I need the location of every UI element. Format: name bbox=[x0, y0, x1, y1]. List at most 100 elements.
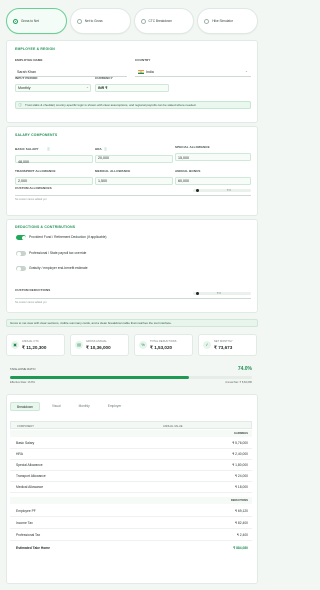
annual-bonus-label: ANNUAL BONUS bbox=[175, 169, 201, 173]
custom-allowances-slider[interactable] bbox=[193, 189, 251, 192]
annual-ctc-card: ▣ ANNUAL CTC ₹ 11,20,300 bbox=[6, 334, 65, 356]
chevron-down-icon[interactable]: ⌄ bbox=[86, 85, 89, 89]
mode-tabs: Gross to Net Net to Gross CTC Breakdown … bbox=[6, 8, 258, 34]
hra-label: HRA bbox=[95, 147, 102, 151]
cash-icon: ▤ bbox=[75, 341, 83, 349]
input-period-label: INPUT PERIOD bbox=[15, 76, 38, 80]
medical-allowance-label: MEDICAL ALLOWANCE bbox=[95, 169, 131, 173]
chevron-down-icon[interactable]: ⌄ bbox=[245, 69, 248, 73]
employee-name-field[interactable]: Sarah Khan bbox=[17, 70, 36, 74]
slider-thumb[interactable] bbox=[196, 292, 199, 295]
section-title: DEDUCTIONS & CONTRIBUTIONS bbox=[15, 225, 76, 229]
row-name: Special Allowance bbox=[16, 462, 43, 467]
row-value: ₹ 2,40,000 bbox=[232, 451, 248, 456]
banner-text: Gross to net view with clear sections, v… bbox=[10, 321, 172, 326]
row-name: Basic Salary bbox=[16, 440, 35, 445]
salary-components-card: SALARY COMPONENTS BASIC SALARY ⓘ 48,000 … bbox=[6, 126, 258, 216]
section-title: SALARY COMPONENTS bbox=[15, 133, 58, 137]
divider bbox=[15, 195, 251, 196]
input-period-value: Monthly bbox=[18, 86, 31, 90]
radio-icon bbox=[204, 18, 210, 24]
total-value: ₹ 884,080 bbox=[233, 545, 248, 550]
country-label: COUNTRY bbox=[135, 58, 151, 62]
tab-breakdown[interactable]: Breakdown bbox=[10, 402, 40, 411]
table-row: Income Tax ₹ 82,400 bbox=[10, 518, 252, 529]
row-name: Medical Allowance bbox=[16, 484, 44, 489]
row-name: HRA bbox=[16, 451, 23, 456]
employee-name-label: EMPLOYEE NAME bbox=[15, 58, 43, 62]
tab-monthly[interactable]: Monthly bbox=[73, 402, 96, 411]
tab-gross-to-net[interactable]: Gross to Net bbox=[6, 8, 67, 34]
stat-value: ₹ 10,36,000 bbox=[86, 345, 111, 350]
total-label: Estimated Take Home bbox=[16, 545, 51, 550]
divider bbox=[135, 76, 251, 77]
basic-salary-label: BASIC SALARY bbox=[15, 147, 39, 151]
row-value: ₹ 69,120 bbox=[234, 508, 248, 513]
tab-employer[interactable]: Employer bbox=[102, 402, 127, 411]
take-home-percent: 74.0% bbox=[237, 366, 252, 372]
professional-tax-label: Professional / State payroll tax overrid… bbox=[29, 250, 87, 255]
table-row: Medical Allowance ₹ 18,000 bbox=[10, 482, 252, 493]
row-name: Transport Allowance bbox=[16, 473, 46, 478]
row-name: Employee PF bbox=[16, 508, 36, 513]
check-icon: ✓ bbox=[203, 341, 211, 349]
info-banner: Gross to net view with clear sections, v… bbox=[6, 319, 258, 327]
row-value: ₹ 5,76,000 bbox=[232, 440, 248, 445]
total-deductions-card: % TOTAL DEDUCTIONS ₹ 1,53,020 bbox=[134, 334, 193, 356]
stat-label: GROSS ANNUAL bbox=[86, 340, 107, 343]
annual-net: Annual Net: ₹ 8,84,080 bbox=[225, 381, 252, 384]
progress-fill bbox=[10, 376, 190, 379]
info-icon[interactable]: ⓘ bbox=[104, 147, 107, 152]
provident-fund-toggle[interactable] bbox=[16, 235, 26, 240]
row-name: Professional Tax bbox=[16, 532, 41, 537]
radio-icon bbox=[76, 18, 82, 24]
custom-deductions-help: No custom items added yet bbox=[15, 301, 47, 304]
stat-label: TOTAL DEDUCTIONS bbox=[150, 340, 177, 343]
country-select[interactable]: India bbox=[146, 70, 154, 74]
custom-allowances-value: ₹ 0 bbox=[227, 189, 231, 193]
employee-region-card: EMPLOYEE & REGION EMPLOYEE NAME Sarah Kh… bbox=[6, 40, 258, 123]
total-row: Estimated Take Home ₹ 884,080 bbox=[10, 543, 252, 554]
wallet-icon: ▣ bbox=[11, 341, 19, 349]
deductions-card: DEDUCTIONS & CONTRIBUTIONS Provident Fun… bbox=[6, 219, 258, 313]
transport-allowance-label: TRANSPORT ALLOWANCE bbox=[15, 169, 56, 173]
stat-value: ₹ 1,53,020 bbox=[150, 345, 173, 350]
divider bbox=[15, 298, 251, 299]
tab-ctc-breakdown[interactable]: CTC Breakdown bbox=[133, 8, 195, 34]
net-monthly-card: ✓ NET MONTHLY ₹ 73,673 bbox=[198, 334, 257, 356]
radio-icon bbox=[140, 18, 146, 24]
special-allowance-value: 15,000 bbox=[178, 156, 189, 160]
medical-allowance-value: 1,500 bbox=[98, 179, 107, 183]
deductions-group-row: DEDUCTIONS bbox=[10, 497, 252, 504]
stat-value: ₹ 73,673 bbox=[214, 345, 233, 350]
info-icon[interactable]: ⓘ bbox=[47, 147, 50, 152]
tab-label: Hike Simulator bbox=[212, 19, 233, 23]
tab-visual[interactable]: Visual bbox=[46, 402, 67, 411]
earnings-group-row: EARNINGS bbox=[10, 430, 252, 437]
table-row: Transport Allowance ₹ 24,000 bbox=[10, 471, 252, 482]
table-row: Basic Salary ₹ 5,76,000 bbox=[10, 438, 252, 449]
note-text: Trust slabs & cheddar( country-specific … bbox=[25, 103, 197, 108]
tab-net-to-gross[interactable]: Net to Gross bbox=[69, 8, 131, 34]
radio-icon bbox=[13, 18, 18, 24]
column-component: COMPONENT bbox=[17, 424, 34, 428]
special-allowance-label: SPECIAL ALLOWANCE bbox=[175, 145, 210, 149]
table-row: Employee PF ₹ 69,120 bbox=[10, 506, 252, 517]
custom-deductions-slider[interactable] bbox=[193, 292, 251, 295]
custom-allowances-label: CUSTOM ALLOWANCES bbox=[15, 186, 52, 190]
gratuity-toggle[interactable] bbox=[16, 266, 26, 271]
tab-hike-simulator[interactable]: Hike Simulator bbox=[197, 8, 258, 34]
row-value: ₹ 2,400 bbox=[236, 532, 248, 537]
column-annual-value: ANNUAL VALUE bbox=[163, 424, 183, 428]
stat-value: ₹ 11,20,300 bbox=[22, 345, 47, 350]
table-row: Special Allowance ₹ 1,80,000 bbox=[10, 460, 252, 471]
custom-deductions-label: CUSTOM DEDUCTIONS bbox=[15, 288, 51, 292]
table-row: HRA ₹ 2,40,000 bbox=[10, 449, 252, 460]
transport-allowance-value: 2,000 bbox=[18, 179, 27, 183]
professional-tax-toggle[interactable] bbox=[16, 251, 26, 256]
take-home-label: TAKE-HOME RATIO bbox=[10, 367, 36, 371]
basic-salary-value: 48,000 bbox=[18, 160, 29, 164]
annual-bonus-value: 60,000 bbox=[178, 179, 189, 183]
slider-thumb[interactable] bbox=[196, 189, 199, 192]
take-home-progress bbox=[10, 376, 252, 379]
